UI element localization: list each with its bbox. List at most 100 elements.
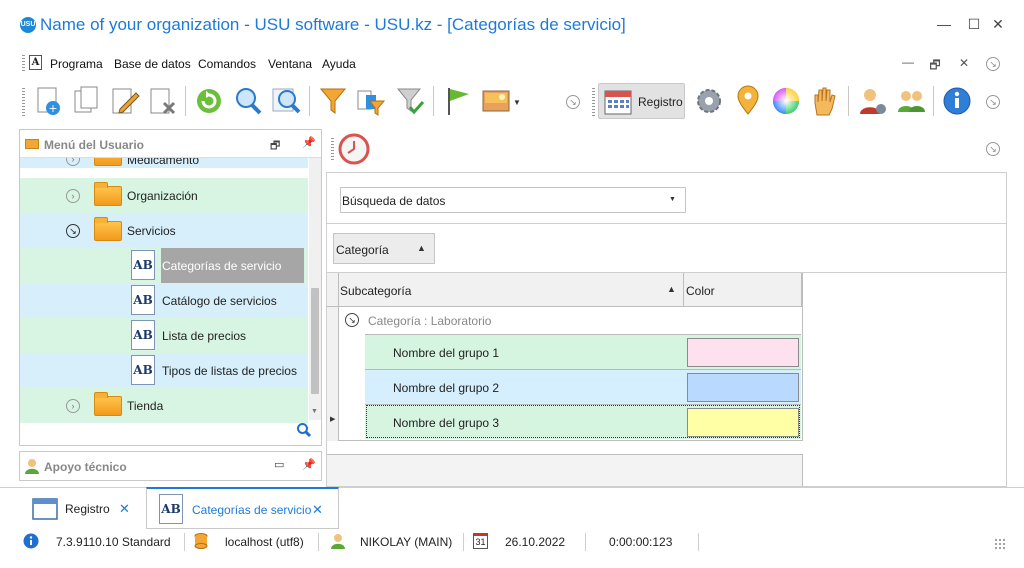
main-overflow-icon[interactable]: ↘ <box>986 142 1000 156</box>
tree-item-tienda[interactable]: › Tienda <box>20 388 308 423</box>
search-dropdown[interactable]: Búsqueda de datos ▼ <box>340 187 686 213</box>
expand-icon[interactable]: › <box>66 399 80 413</box>
menu-grip[interactable] <box>22 55 25 71</box>
tech-support-panel[interactable]: Apoyo técnico ▭ 📌 <box>19 451 322 481</box>
search-icon[interactable] <box>233 85 263 117</box>
status-bar: 7.3.9110.10 Standard localhost (utf8) NI… <box>0 530 1024 568</box>
panel-pin-icon[interactable]: 📌 <box>302 136 316 149</box>
tree-scrollbar[interactable]: ▼ <box>309 158 321 420</box>
tree-label: Medicamento <box>127 158 200 167</box>
expand-icon[interactable]: › <box>66 158 80 166</box>
menu-overflow-icon[interactable]: ↘ <box>986 57 1000 71</box>
maximize-button[interactable]: ☐ <box>964 14 984 34</box>
filter-icon[interactable] <box>318 85 348 117</box>
menu-comandos[interactable]: Comandos <box>198 57 256 71</box>
color-wheel-icon[interactable] <box>771 85 801 117</box>
expand-icon[interactable]: › <box>66 189 80 203</box>
ab-dictionary-icon: AB <box>131 320 155 350</box>
search-placeholder: Búsqueda de datos <box>342 194 446 208</box>
main-header: ↘ <box>326 128 1024 172</box>
table-row-focused[interactable]: Nombre del grupo 3 <box>365 404 801 439</box>
tab-close-icon[interactable]: ✕ <box>312 502 323 518</box>
delete-icon[interactable] <box>148 85 178 117</box>
new-record-icon[interactable]: + <box>33 85 63 117</box>
advanced-search-icon[interactable] <box>271 85 301 117</box>
refresh-icon[interactable] <box>194 85 224 117</box>
menu-base-de-datos[interactable]: Base de datos <box>114 57 191 71</box>
menu-programa[interactable]: Programa <box>50 57 103 71</box>
tab-label: Registro <box>65 502 110 516</box>
group-row-categoria[interactable]: ↘ Categoría : Laboratorio <box>339 307 803 334</box>
toolbar-overflow-right-icon[interactable]: ↘ <box>986 95 1000 109</box>
color-swatch[interactable] <box>687 373 799 402</box>
close-button[interactable]: ✕ <box>988 14 1008 34</box>
registro-label: Registro <box>638 95 683 109</box>
mdi-restore-button[interactable]: 🗗 <box>927 56 943 77</box>
chevron-down-icon[interactable]: ▼ <box>669 196 676 203</box>
image-dropdown-arrow-icon[interactable]: ▼ <box>513 98 521 107</box>
toolbar-grip[interactable] <box>592 88 595 116</box>
edit-icon[interactable] <box>110 85 140 117</box>
menu-ventana[interactable]: Ventana <box>268 57 312 71</box>
menu-ayuda[interactable]: Ayuda <box>322 57 356 71</box>
location-pin-icon[interactable] <box>733 85 763 117</box>
toolbar-overflow-icon[interactable]: ↘ <box>566 95 580 109</box>
status-separator <box>463 533 464 551</box>
tree-item-tipos-de-listas-de-precios[interactable]: AB Tipos de listas de precios <box>20 353 308 388</box>
tree-item-servicios[interactable]: ↘ Servicios <box>20 213 308 248</box>
filter-settings-icon[interactable] <box>356 85 386 117</box>
grid-footer <box>327 454 803 486</box>
status-separator <box>698 533 699 551</box>
main-grip[interactable] <box>331 138 334 160</box>
minimize-button[interactable]: — <box>934 14 954 34</box>
column-header-color[interactable]: Color <box>684 273 802 307</box>
table-row[interactable]: Nombre del grupo 2 <box>365 369 801 404</box>
mdi-minimize-button[interactable]: — <box>900 55 916 69</box>
tab-registro[interactable]: Registro ✕ <box>20 488 144 530</box>
column-header-subcategoria[interactable]: Subcategoría ▲ <box>339 273 684 307</box>
tree-item-catalogo-de-servicios[interactable]: AB Catálogo de servicios <box>20 283 308 318</box>
calendar-icon: 31 <box>473 533 488 549</box>
tech-support-title: Apoyo técnico <box>44 460 127 474</box>
tab-categorias-de-servicio[interactable]: AB Categorías de servicio ✕ <box>146 487 339 529</box>
info-icon[interactable] <box>942 85 972 117</box>
panel-pin-icon[interactable]: 📌 <box>302 458 316 471</box>
image-icon[interactable] <box>482 85 512 117</box>
registro-button[interactable]: Registro <box>598 83 685 119</box>
color-swatch[interactable] <box>687 338 799 367</box>
clock-icon[interactable] <box>338 133 370 168</box>
tree-item-lista-de-precios[interactable]: AB Lista de precios <box>20 318 308 353</box>
user-settings-icon[interactable] <box>857 85 887 117</box>
toolbar-separator <box>185 86 186 116</box>
folder-icon <box>94 182 122 206</box>
tree-scrollbar-thumb[interactable] <box>311 288 319 394</box>
copy-icon[interactable] <box>72 85 102 117</box>
scroll-down-icon[interactable]: ▼ <box>311 408 318 415</box>
tree-label: Organización <box>127 189 198 203</box>
hand-icon[interactable] <box>809 85 839 117</box>
color-swatch[interactable] <box>687 408 799 437</box>
tree-row-partial[interactable]: › Medicamento <box>20 158 308 168</box>
timer-text: 0:00:00:123 <box>609 535 673 549</box>
flag-icon[interactable] <box>443 85 473 117</box>
table-row[interactable]: Nombre del grupo 1 <box>365 334 801 369</box>
date-text: 26.10.2022 <box>505 535 566 549</box>
tree-search-icon[interactable] <box>296 422 312 441</box>
settings-gear-icon[interactable] <box>694 85 724 117</box>
toolbar-grip[interactable] <box>22 88 25 116</box>
panel-float-icon[interactable]: 🗗 <box>270 137 280 156</box>
resize-grip[interactable] <box>994 538 1006 550</box>
apply-filter-icon[interactable] <box>395 85 425 117</box>
collapse-group-icon[interactable]: ↘ <box>345 313 359 327</box>
toolbar-separator <box>309 86 310 116</box>
collapse-icon[interactable]: ↘ <box>66 224 80 238</box>
panel-minimize-icon[interactable]: ▭ <box>274 458 284 471</box>
mdi-close-button[interactable]: ✕ <box>956 56 972 70</box>
tree-item-organizacion[interactable]: › Organización <box>20 178 308 213</box>
user-menu-title: Menú del Usuario <box>44 138 145 152</box>
tab-close-icon[interactable]: ✕ <box>119 501 130 517</box>
tree-item-categorias-de-servicio[interactable]: AB Categorías de servicio <box>20 248 308 283</box>
group-chip-categoria[interactable]: Categoría ▲ <box>333 233 435 264</box>
subcategory-cell: Nombre del grupo 2 <box>393 381 500 395</box>
users-group-icon[interactable] <box>896 85 926 117</box>
